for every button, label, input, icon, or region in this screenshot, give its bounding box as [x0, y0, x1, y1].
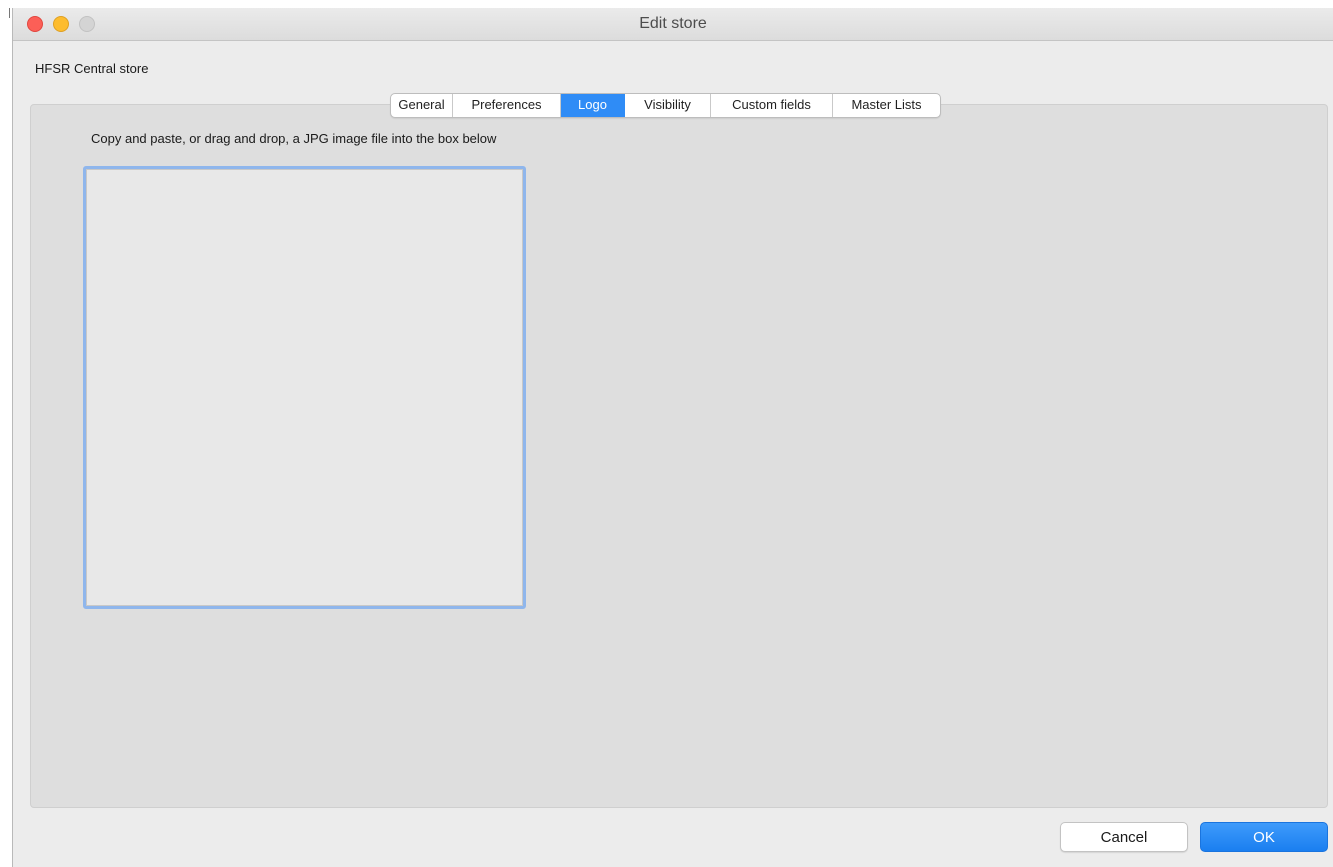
background-window-edge	[0, 0, 12, 867]
ok-button[interactable]: OK	[1200, 822, 1328, 852]
edit-store-window: Edit store HFSR Central store General Pr…	[12, 8, 1333, 867]
logo-image-drop-box[interactable]	[83, 166, 526, 609]
tab-general[interactable]: General	[391, 94, 453, 117]
tab-custom-fields[interactable]: Custom fields	[711, 94, 833, 117]
tab-master-lists[interactable]: Master Lists	[833, 94, 940, 117]
tab-logo[interactable]: Logo	[561, 94, 625, 117]
store-name-label: HFSR Central store	[35, 61, 149, 76]
window-title: Edit store	[639, 15, 707, 32]
logo-instruction-text: Copy and paste, or drag and drop, a JPG …	[91, 131, 497, 146]
tab-bar: General Preferences Logo Visibility Cust…	[390, 93, 941, 118]
tab-visibility[interactable]: Visibility	[625, 94, 711, 117]
tab-preferences[interactable]: Preferences	[453, 94, 561, 117]
edge-marker	[9, 8, 10, 18]
title-bar[interactable]: Edit store	[13, 8, 1333, 41]
cancel-button[interactable]: Cancel	[1060, 822, 1188, 852]
